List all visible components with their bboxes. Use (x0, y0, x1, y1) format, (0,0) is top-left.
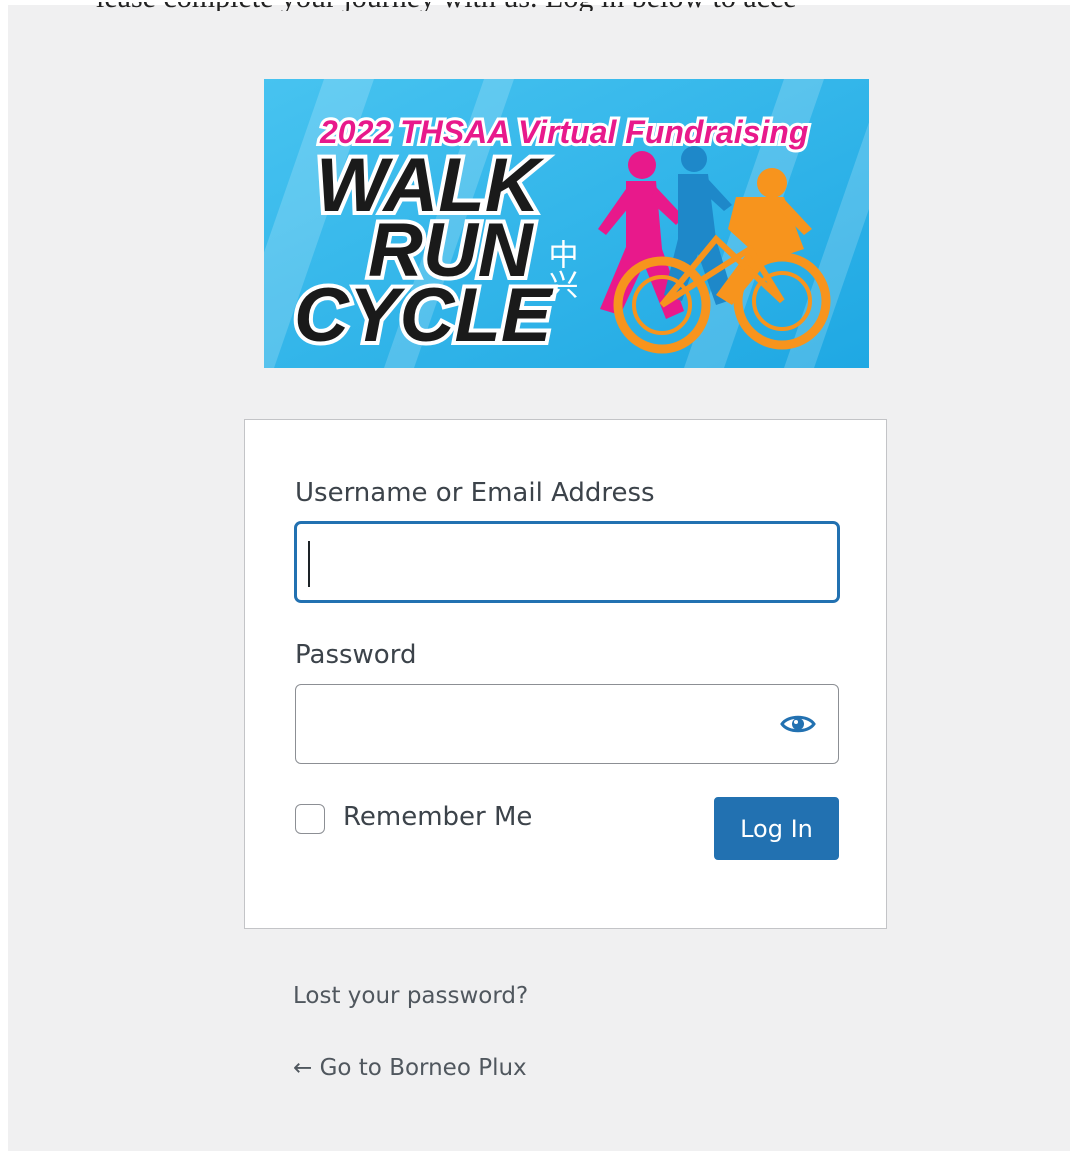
text-caret (308, 541, 310, 587)
logo-chinese: 中兴 (544, 239, 578, 299)
remember-me-checkbox[interactable] (295, 804, 325, 834)
site-logo[interactable]: 2022 THSAA Virtual Fundraising WALK RUN … (264, 79, 869, 368)
cut-off-heading-text: lease complete your journey with us. Log… (96, 2, 796, 11)
password-label: Password (295, 640, 417, 670)
login-page: lease complete your journey with us. Log… (8, 2, 1070, 1151)
username-input[interactable] (295, 522, 839, 602)
eye-icon[interactable] (775, 702, 821, 746)
login-form: Username or Email Address Password Remem… (244, 419, 887, 929)
username-label: Username or Email Address (295, 478, 655, 508)
back-to-site-link[interactable]: ← Go to Borneo Plux (293, 1055, 527, 1081)
lost-password-link[interactable]: Lost your password? (293, 983, 528, 1009)
remember-me-label[interactable]: Remember Me (343, 802, 532, 832)
log-in-button[interactable]: Log In (714, 797, 839, 860)
logo-cycle: CYCLE (294, 273, 554, 358)
password-input[interactable] (295, 684, 839, 764)
